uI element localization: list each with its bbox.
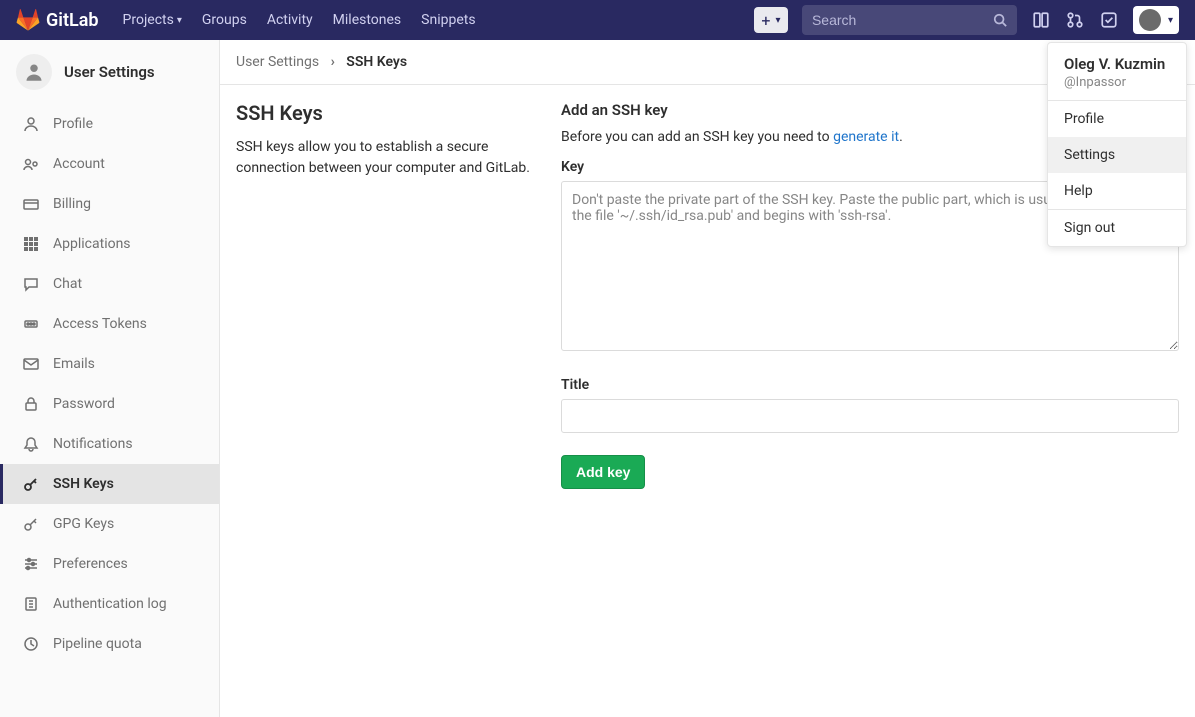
sidebar-item-ssh-keys[interactable]: SSH Keys bbox=[0, 464, 219, 504]
email-icon bbox=[23, 356, 39, 372]
avatar bbox=[1139, 9, 1161, 31]
nav-activity[interactable]: Activity bbox=[267, 12, 313, 28]
profile-icon bbox=[23, 116, 39, 132]
search-icon bbox=[993, 13, 1007, 27]
brand-text: GitLab bbox=[46, 10, 99, 31]
top-navbar: GitLab Projects▾ Groups Activity Milesto… bbox=[0, 0, 1195, 40]
quota-icon bbox=[23, 636, 39, 652]
nav-links: Projects▾ Groups Activity Milestones Sni… bbox=[123, 12, 476, 28]
crumb-parent[interactable]: User Settings bbox=[236, 54, 319, 70]
gitlab-icon bbox=[16, 8, 40, 32]
search-input[interactable] bbox=[812, 12, 993, 28]
user-menu-toggle[interactable]: ▾ bbox=[1133, 6, 1179, 34]
page-description: SSH keys allow you to establish a secure… bbox=[236, 137, 541, 179]
dropdown-username: Oleg V. Kuzmin bbox=[1064, 55, 1170, 73]
sidebar-item-emails[interactable]: Emails bbox=[0, 344, 219, 384]
chevron-down-icon: ▾ bbox=[775, 15, 780, 26]
section-intro: SSH Keys SSH keys allow you to establish… bbox=[236, 101, 561, 489]
dropdown-header: Oleg V. Kuzmin @Inpassor bbox=[1048, 43, 1186, 100]
token-icon bbox=[23, 316, 39, 332]
key-icon bbox=[23, 516, 39, 532]
bell-icon bbox=[23, 436, 39, 452]
sidebar-item-preferences[interactable]: Preferences bbox=[0, 544, 219, 584]
dropdown-profile[interactable]: Profile bbox=[1048, 101, 1186, 137]
title-label: Title bbox=[561, 377, 1179, 393]
chevron-down-icon: ▾ bbox=[1168, 15, 1173, 26]
title-input[interactable] bbox=[561, 399, 1179, 433]
dropdown-handle: @Inpassor bbox=[1064, 75, 1170, 90]
sidebar-item-gpg-keys[interactable]: GPG Keys bbox=[0, 504, 219, 544]
user-dropdown: Oleg V. Kuzmin @Inpassor Profile Setting… bbox=[1047, 42, 1187, 247]
brand-logo[interactable]: GitLab bbox=[16, 8, 99, 32]
billing-icon bbox=[23, 196, 39, 212]
search-box[interactable] bbox=[802, 5, 1017, 35]
nav-projects[interactable]: Projects▾ bbox=[123, 12, 182, 28]
key-icon bbox=[23, 476, 39, 492]
log-icon bbox=[23, 596, 39, 612]
sidebar-title: User Settings bbox=[64, 63, 155, 81]
nav-groups[interactable]: Groups bbox=[202, 12, 247, 28]
merge-requests-icon[interactable] bbox=[1065, 10, 1085, 30]
content-area: User Settings › SSH Keys SSH Keys SSH ke… bbox=[220, 40, 1195, 717]
sidebar-item-applications[interactable]: Applications bbox=[0, 224, 219, 264]
applications-icon bbox=[23, 236, 39, 252]
add-key-button[interactable]: Add key bbox=[561, 455, 645, 489]
sidebar-item-access-tokens[interactable]: Access Tokens bbox=[0, 304, 219, 344]
sidebar-item-billing[interactable]: Billing bbox=[0, 184, 219, 224]
todos-icon[interactable] bbox=[1099, 10, 1119, 30]
chevron-down-icon: ▾ bbox=[177, 15, 182, 26]
crumb-current: SSH Keys bbox=[346, 54, 407, 70]
sidebar-header: User Settings bbox=[0, 40, 219, 104]
sidebar-item-chat[interactable]: Chat bbox=[0, 264, 219, 304]
chevron-right-icon: › bbox=[331, 54, 335, 70]
account-icon bbox=[23, 156, 39, 172]
nav-milestones[interactable]: Milestones bbox=[333, 12, 402, 28]
page-title: SSH Keys bbox=[236, 101, 541, 125]
issues-icon[interactable] bbox=[1031, 10, 1051, 30]
sidebar-item-auth-log[interactable]: Authentication log bbox=[0, 584, 219, 624]
sidebar: User Settings Profile Account Billing Ap… bbox=[0, 40, 220, 717]
plus-icon: + bbox=[761, 11, 770, 30]
chat-icon bbox=[23, 276, 39, 292]
nav-snippets[interactable]: Snippets bbox=[421, 12, 475, 28]
sidebar-item-account[interactable]: Account bbox=[0, 144, 219, 184]
sidebar-item-password[interactable]: Password bbox=[0, 384, 219, 424]
sidebar-item-profile[interactable]: Profile bbox=[0, 104, 219, 144]
sidebar-item-pipeline-quota[interactable]: Pipeline quota bbox=[0, 624, 219, 664]
navbar-right: + ▾ ▾ bbox=[754, 5, 1179, 35]
user-icon bbox=[16, 54, 52, 90]
new-dropdown[interactable]: + ▾ bbox=[754, 7, 788, 33]
preferences-icon bbox=[23, 556, 39, 572]
sidebar-item-notifications[interactable]: Notifications bbox=[0, 424, 219, 464]
dropdown-settings[interactable]: Settings bbox=[1048, 137, 1186, 173]
generate-link[interactable]: generate it bbox=[833, 129, 899, 145]
dropdown-signout[interactable]: Sign out bbox=[1048, 210, 1186, 246]
dropdown-help[interactable]: Help bbox=[1048, 173, 1186, 209]
lock-icon bbox=[23, 396, 39, 412]
